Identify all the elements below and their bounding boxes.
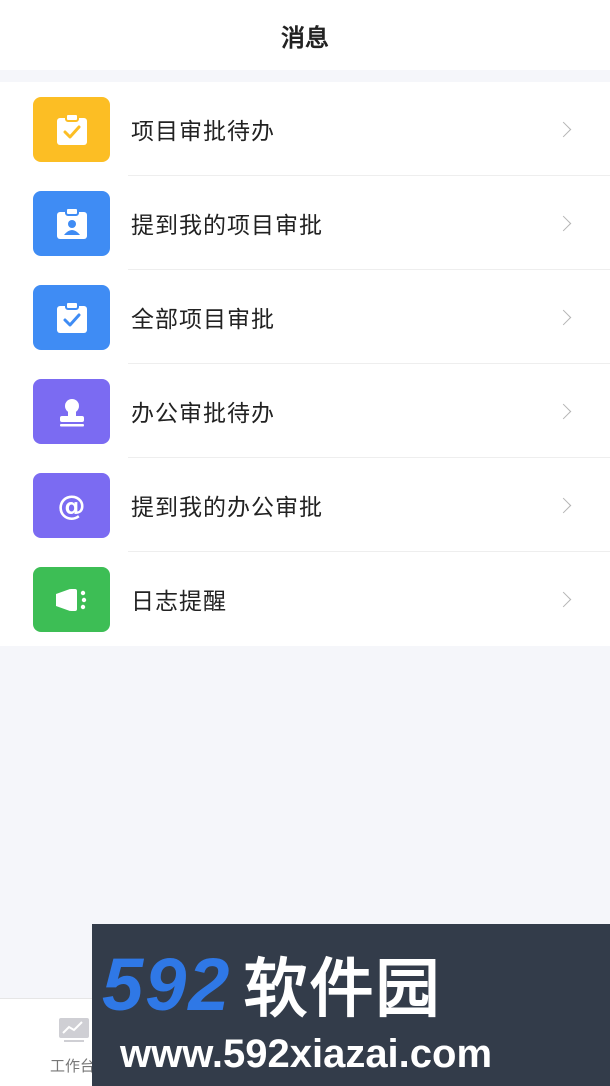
list-item-label: 提到我的项目审批 (131, 213, 323, 239)
clipboard-user-icon (33, 191, 110, 256)
at-icon: @ (33, 473, 110, 538)
list-item-mentioned-office-approval[interactable]: @ 提到我的办公审批 (0, 458, 610, 552)
watermark-logo: 592 软件园 (102, 942, 441, 1028)
header-gap (0, 70, 610, 82)
watermark-url: www.592xiazai.com (120, 1032, 493, 1076)
megaphone-icon (33, 567, 110, 632)
chevron-right-icon (555, 176, 572, 270)
header: 消息 (0, 0, 610, 70)
list-item-label: 项目审批待办 (131, 119, 275, 145)
list-item-all-project-approval[interactable]: 全部项目审批 (0, 270, 610, 364)
watermark-name: 软件园 (243, 953, 442, 1027)
message-list: 项目审批待办 提到我的项目审批 全部项目审批 办公审批待办 @ 提到我的办公审批… (0, 82, 610, 646)
page-title: 消息 (281, 23, 329, 52)
watermark-banner: 592 软件园 www.592xiazai.com (92, 924, 610, 1086)
list-item-label: 提到我的办公审批 (131, 495, 323, 521)
list-item-project-approval-todo[interactable]: 项目审批待办 (0, 82, 610, 176)
list-item-office-approval-todo[interactable]: 办公审批待办 (0, 364, 610, 458)
list-item-label: 办公审批待办 (131, 401, 275, 427)
chevron-right-icon (555, 364, 572, 458)
stamp-icon (33, 379, 110, 444)
watermark-number: 592 (102, 942, 232, 1026)
chevron-right-icon (555, 458, 572, 552)
chevron-right-icon (555, 82, 572, 176)
chevron-right-icon (555, 270, 572, 364)
clipboard-check-icon (33, 285, 110, 350)
tab-label: 工作台 (50, 1057, 96, 1075)
chart-icon (59, 1018, 89, 1042)
list-item-label: 日志提醒 (131, 589, 227, 615)
list-item-mentioned-project-approval[interactable]: 提到我的项目审批 (0, 176, 610, 270)
list-item-label: 全部项目审批 (131, 307, 275, 333)
list-item-log-reminder[interactable]: 日志提醒 (0, 552, 610, 646)
chevron-right-icon (555, 552, 572, 646)
clipboard-check-icon (33, 97, 110, 162)
